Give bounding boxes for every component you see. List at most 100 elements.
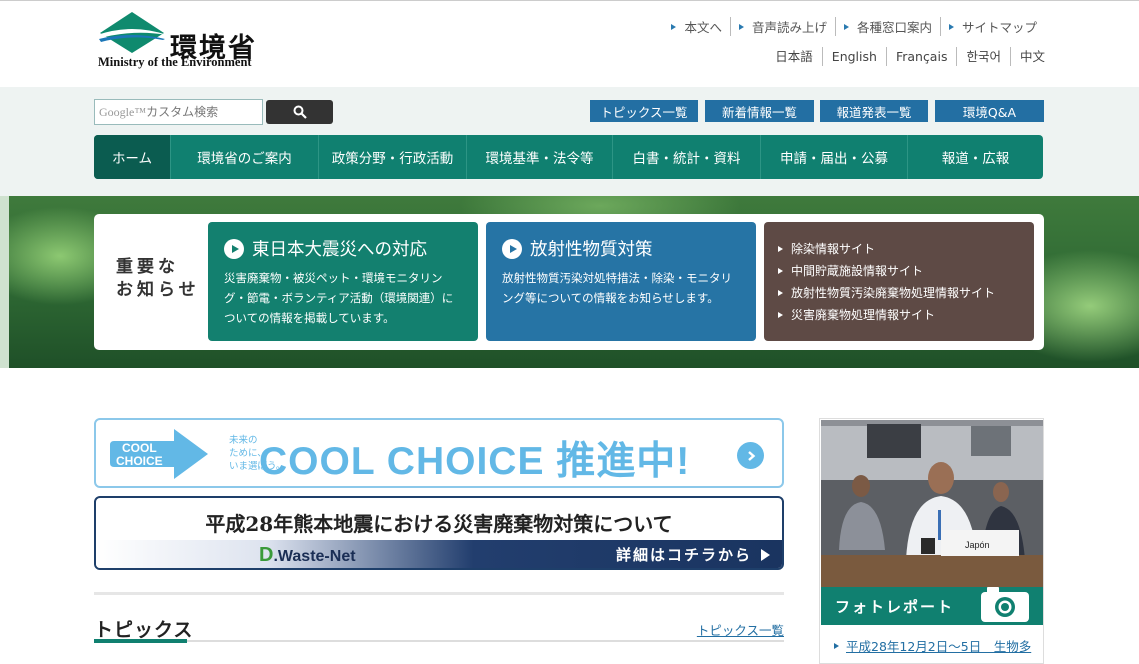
search-input[interactable]: Google™カスタム検索 <box>94 99 263 125</box>
nav-policy-fields[interactable]: 政策分野・行政活動 <box>318 135 466 179</box>
util-link-sitemap[interactable]: サイトマップ <box>939 17 1045 36</box>
language-links: 日本語 English Français 한국어 中文 <box>766 47 1045 66</box>
section-divider <box>94 592 784 595</box>
details-cta-label: 詳細はコチラから <box>615 546 752 564</box>
conference-photo: Japón <box>821 420 1043 587</box>
site-header: 環境省 Ministry of the Environment 本文へ 音声読み… <box>0 0 1139 87</box>
util-link-label: 各種窓口案内 <box>856 20 932 35</box>
util-link-label: 音声読み上げ <box>751 20 827 35</box>
photo-report-title: フォトレポート <box>835 598 955 616</box>
card-title-text: 放射性物質対策 <box>530 240 653 260</box>
related-sites-list: 除染情報サイト 中間貯蔵施設情報サイト 放射性物質汚染廃棄物処理情報サイト 災害… <box>778 238 995 326</box>
notice-card-radioactive[interactable]: 放射性物質対策 放射性物質汚染対処特措法・除染・モニタリング等についての情報をお… <box>486 222 756 341</box>
lang-korean[interactable]: 한국어 <box>956 47 1010 66</box>
search-icon <box>293 105 307 119</box>
cool-choice-arrow-logo: COOL CHOICE <box>110 429 208 479</box>
lang-english[interactable]: English <box>821 47 886 66</box>
triangle-right-icon <box>843 23 849 30</box>
nav-whitepapers-statistics[interactable]: 白書・統計・資料 <box>612 135 760 179</box>
util-link-read-aloud[interactable]: 音声読み上げ <box>729 17 835 36</box>
triangle-right-icon <box>778 290 783 296</box>
util-link-skip-to-content[interactable]: 本文へ <box>663 17 730 36</box>
related-site-link[interactable]: 災害廃棄物処理情報サイト <box>778 304 995 326</box>
global-nav: ホーム 環境省のご案内 政策分野・行政活動 環境基準・法令等 白書・統計・資料 … <box>94 135 1043 179</box>
play-triangle-icon <box>761 548 770 561</box>
details-cta: 詳細はコチラから <box>616 544 772 565</box>
quick-link-environment-qa[interactable]: 環境Q&A <box>935 100 1044 122</box>
nav-home[interactable]: ホーム <box>94 135 170 179</box>
nav-standards-laws[interactable]: 環境基準・法令等 <box>466 135 612 179</box>
photo-report-link-text: 平成28年12月2日～5日 生物多 <box>846 639 1032 654</box>
cool-choice-banner[interactable]: COOL CHOICE 未来の ために、 いま選ぼう。 COOL CHOICE … <box>94 418 784 488</box>
related-site-label: 除染情報サイト <box>791 242 876 256</box>
site-logo[interactable]: 環境省 Ministry of the Environment <box>97 9 267 71</box>
notice-card-related-sites: 除染情報サイト 中間貯蔵施設情報サイト 放射性物質汚染廃棄物処理情報サイト 災害… <box>764 222 1034 341</box>
topics-underline <box>94 640 784 642</box>
important-notices-panel: 重要な お知らせ 東日本大震災への対応 災害廃棄物・被災ペット・環境モニタリング… <box>94 214 1044 350</box>
disaster-waste-title: 平成28年熊本地震における災害廃棄物対策について <box>205 512 673 536</box>
google-mark: Google™ <box>99 105 147 119</box>
search-placeholder: カスタム検索 <box>146 105 219 119</box>
lang-chinese[interactable]: 中文 <box>1009 47 1045 66</box>
triangle-right-icon <box>778 312 783 318</box>
notice-label-line: 重要な <box>116 257 179 277</box>
related-site-link[interactable]: 放射性物質汚染廃棄物処理情報サイト <box>778 282 995 304</box>
nav-about-ministry[interactable]: 環境省のご案内 <box>170 135 318 179</box>
card-title-text: 東日本大震災への対応 <box>252 240 427 260</box>
utility-links: 本文へ 音声読み上げ 各種窓口案内 サイトマップ <box>663 17 1045 36</box>
related-site-link[interactable]: 除染情報サイト <box>778 238 995 260</box>
triangle-right-icon <box>948 23 954 30</box>
topics-all-link[interactable]: トピックス一覧 <box>697 620 784 639</box>
triangle-right-icon <box>834 643 839 649</box>
related-site-label: 放射性物質汚染廃棄物処理情報サイト <box>791 286 996 300</box>
nav-applications[interactable]: 申請・届出・公募 <box>760 135 907 179</box>
topics-heading: トピックス <box>94 619 194 641</box>
d-waste-net-logo: D.Waste-Net <box>259 544 356 567</box>
play-circle-icon <box>502 238 522 259</box>
cool-badge-line2: CHOICE <box>116 454 163 468</box>
disaster-waste-footer-strip: D.Waste-Net 詳細はコチラから <box>96 540 782 568</box>
related-site-label: 災害廃棄物処理情報サイト <box>791 308 936 322</box>
play-circle-icon <box>224 238 244 259</box>
card-title: 放射性物質対策 <box>502 236 653 261</box>
logo-rest: .Waste-Net <box>273 548 356 565</box>
photo-report-image[interactable]: Japón <box>821 420 1043 587</box>
util-link-contact-guide[interactable]: 各種窓口案内 <box>834 17 940 36</box>
quick-link-new-info-list[interactable]: 新着情報一覧 <box>705 100 814 122</box>
photo-report-header: フォトレポート <box>821 587 1043 625</box>
logo-d-letter: D <box>259 544 274 566</box>
card-title: 東日本大震災への対応 <box>224 236 427 261</box>
cool-badge-line1: COOL <box>122 441 157 455</box>
notice-label-line: お知らせ <box>116 280 200 300</box>
hero-banner: 重要な お知らせ 東日本大震災への対応 災害廃棄物・被災ペット・環境モニタリング… <box>0 196 1139 368</box>
triangle-right-icon <box>738 23 744 30</box>
search-nav-band: Google™カスタム検索 トピックス一覧 新着情報一覧 報道発表一覧 環境Q&… <box>0 87 1139 196</box>
lang-french[interactable]: Français <box>885 47 957 66</box>
notice-card-earthquake[interactable]: 東日本大震災への対応 災害廃棄物・被災ペット・環境モニタリング・節電・ボランティ… <box>208 222 478 341</box>
card-description: 放射性物質汚染対処特措法・除染・モニタリング等についての情報をお知らせします。 <box>502 271 732 305</box>
important-notices-label: 重要な お知らせ <box>116 256 200 302</box>
related-site-link[interactable]: 中間貯蔵施設情報サイト <box>778 260 995 282</box>
topics-underline-accent <box>94 639 187 643</box>
search-button[interactable] <box>266 100 333 124</box>
triangle-right-icon <box>778 268 783 274</box>
country-placard-text: Japón <box>965 540 990 550</box>
cool-choice-headline: COOL CHOICE 推進中! <box>259 440 691 483</box>
photo-report-link[interactable]: 平成28年12月2日～5日 生物多 <box>834 637 1031 657</box>
util-link-label: 本文へ <box>684 20 722 35</box>
lang-japanese[interactable]: 日本語 <box>766 47 822 66</box>
chevron-right-circle-icon <box>737 442 764 469</box>
triangle-right-icon <box>778 246 783 252</box>
nav-press-pr[interactable]: 報道・広報 <box>907 135 1043 179</box>
camera-icon <box>981 587 1029 622</box>
quick-link-press-release-list[interactable]: 報道発表一覧 <box>820 100 928 122</box>
quick-link-topics-list[interactable]: トピックス一覧 <box>590 100 698 122</box>
ministry-logo-icon <box>97 12 167 53</box>
photo-report-panel: Japón フォトレポート 平成28年12月2日～5日 生物多 <box>819 418 1044 664</box>
hero-edge-strip <box>0 196 9 368</box>
disaster-waste-banner[interactable]: 平成28年熊本地震における災害廃棄物対策について D.Waste-Net 詳細は… <box>94 496 784 570</box>
logo-english-name: Ministry of the Environment <box>98 55 252 69</box>
related-site-label: 中間貯蔵施設情報サイト <box>791 264 924 278</box>
card-description: 災害廃棄物・被災ペット・環境モニタリング・節電・ボランティア活動（環境関連）につ… <box>224 271 454 325</box>
util-link-label: サイトマップ <box>961 20 1037 35</box>
